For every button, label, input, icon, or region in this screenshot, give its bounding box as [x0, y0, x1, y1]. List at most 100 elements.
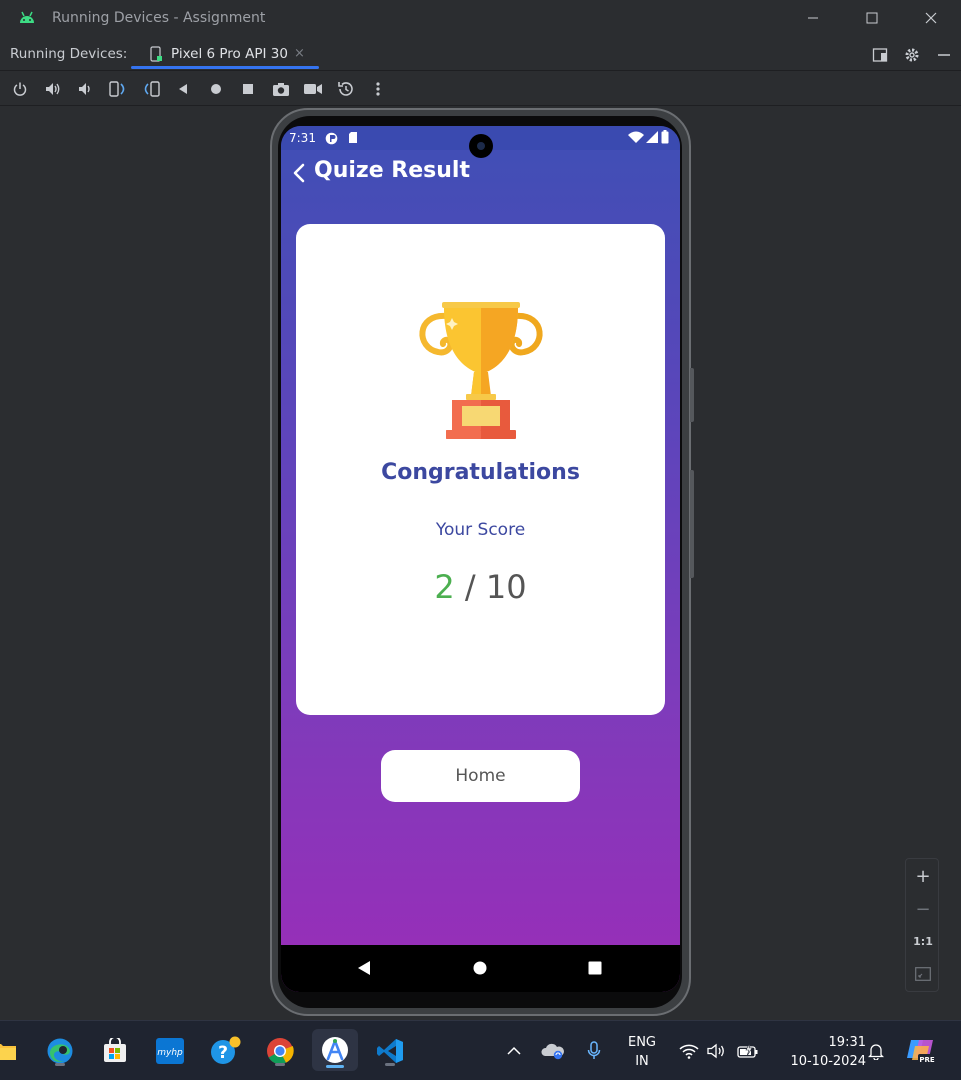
- hide-panel-button[interactable]: [933, 44, 955, 66]
- volume-up-icon: [46, 83, 60, 95]
- edge-taskbar-button[interactable]: [42, 1033, 78, 1069]
- snapshot-button[interactable]: [334, 78, 358, 100]
- minimize-button[interactable]: [798, 6, 828, 30]
- chrome-icon: [267, 1038, 294, 1065]
- microphone-icon: [587, 1041, 601, 1059]
- home-button[interactable]: [204, 78, 228, 100]
- phone-power-key[interactable]: [690, 368, 694, 422]
- overview-button[interactable]: [236, 78, 260, 100]
- volume-down-button[interactable]: [74, 78, 98, 100]
- tab-pixel-6-pro[interactable]: Pixel 6 Pro API 30 ×: [131, 37, 319, 71]
- active-indicator: [326, 1065, 344, 1068]
- home-button[interactable]: Home: [381, 750, 580, 802]
- volume-tray-button[interactable]: [705, 1039, 729, 1063]
- screenshot-button[interactable]: [269, 78, 293, 100]
- svg-text:?: ?: [218, 1043, 228, 1063]
- system-clock[interactable]: 19:31 10-10-2024: [770, 1033, 866, 1071]
- overview-icon: [243, 84, 253, 94]
- result-card: Congratulations Your Score 2 / 10: [296, 224, 665, 715]
- battery-charging-icon: [737, 1043, 758, 1058]
- battery-icon: [661, 130, 669, 144]
- running-indicator: [55, 1063, 65, 1066]
- page-title: Quize Result: [314, 158, 470, 183]
- nav-back-icon: [358, 961, 370, 975]
- nav-home-icon: [473, 961, 487, 975]
- android-studio-taskbar-button[interactable]: [312, 1029, 358, 1071]
- window-title: Running Devices - Assignment: [52, 10, 266, 26]
- more-options-button[interactable]: [366, 78, 390, 100]
- get-help-taskbar-button[interactable]: ?: [207, 1033, 243, 1069]
- fit-screen-button[interactable]: [906, 959, 940, 989]
- vscode-icon: [377, 1039, 403, 1063]
- back-arrow-icon[interactable]: [289, 162, 311, 184]
- cellular-signal-icon: [646, 131, 658, 143]
- rotate-right-icon: [144, 81, 160, 97]
- layout-toggle-button[interactable]: [869, 44, 891, 66]
- actual-size-button[interactable]: 1:1: [906, 926, 940, 956]
- minimize-icon: [808, 17, 818, 19]
- notification-app-icon: [325, 132, 338, 145]
- volume-up-button[interactable]: [41, 78, 65, 100]
- svg-text:myhp: myhp: [157, 1048, 183, 1058]
- close-window-button[interactable]: [916, 6, 946, 30]
- store-taskbar-button[interactable]: [97, 1033, 133, 1069]
- zoom-in-button[interactable]: +: [906, 861, 940, 891]
- volume-down-icon: [79, 83, 90, 95]
- file-explorer-taskbar-button[interactable]: [0, 1033, 22, 1069]
- minimize-panel-icon: [938, 54, 950, 56]
- show-hidden-icons-button[interactable]: [502, 1039, 526, 1063]
- edge-browser-icon: [47, 1038, 73, 1064]
- tab-active-indicator: [131, 66, 319, 69]
- battery-tray-button[interactable]: [736, 1039, 760, 1063]
- tab-close-button[interactable]: ×: [294, 46, 305, 61]
- onedrive-tray-button[interactable]: [541, 1039, 565, 1063]
- input-language-indicator[interactable]: ENG IN: [622, 1033, 662, 1071]
- nav-overview-icon: [588, 961, 602, 975]
- phone-volume-key[interactable]: [690, 470, 694, 578]
- running-devices-tabbar: Running Devices: Pixel 6 Pro API 30 ×: [0, 37, 961, 71]
- device-icon: [150, 46, 162, 62]
- zoom-controls: + − 1:1: [905, 858, 939, 992]
- score-value: 2: [434, 568, 455, 606]
- chrome-taskbar-button[interactable]: [262, 1033, 298, 1069]
- score-separator: /: [454, 568, 486, 606]
- myhp-icon: myhp: [156, 1038, 184, 1064]
- device-screen: 7:31 Quize Result Congratulations Your S…: [281, 126, 680, 992]
- windows-taskbar: myhp ? ENG IN 19:31 10-10-2024 PRE: [0, 1020, 961, 1080]
- nav-back-button[interactable]: [355, 959, 373, 977]
- status-time: 7:31: [289, 131, 316, 145]
- settings-button[interactable]: [901, 44, 923, 66]
- copilot-icon: PRE: [907, 1040, 936, 1064]
- wifi-icon: [679, 1044, 699, 1059]
- folder-icon: [0, 1044, 16, 1060]
- android-nav-bar: [281, 945, 680, 992]
- microphone-tray-button[interactable]: [582, 1039, 606, 1063]
- android-studio-icon: [322, 1037, 348, 1063]
- power-button[interactable]: [8, 78, 32, 100]
- congratulations-heading: Congratulations: [381, 460, 580, 485]
- maximize-button[interactable]: [857, 6, 887, 30]
- video-camera-icon: [304, 84, 322, 94]
- myhp-taskbar-button[interactable]: myhp: [152, 1033, 188, 1069]
- sd-card-icon: [349, 132, 357, 143]
- nav-overview-button[interactable]: [586, 959, 604, 977]
- screen-record-button[interactable]: [301, 78, 325, 100]
- rotate-left-button[interactable]: [106, 78, 130, 100]
- copilot-button[interactable]: PRE: [905, 1035, 937, 1067]
- nav-home-button[interactable]: [471, 959, 489, 977]
- emulator-toolbar: [0, 72, 961, 106]
- home-icon: [211, 84, 221, 94]
- network-tray-button[interactable]: [677, 1039, 701, 1063]
- region-code: IN: [635, 1054, 649, 1069]
- svg-text:PRE: PRE: [919, 1056, 935, 1064]
- help-icon: ?: [211, 1036, 241, 1064]
- chevron-up-icon: [507, 1046, 521, 1055]
- fit-screen-icon: [915, 967, 931, 981]
- clock-time: 19:31: [828, 1035, 866, 1050]
- notifications-button[interactable]: [864, 1039, 888, 1063]
- zoom-out-button[interactable]: −: [906, 894, 940, 924]
- rotate-right-button[interactable]: [139, 78, 163, 100]
- back-button[interactable]: [171, 78, 195, 100]
- vscode-taskbar-button[interactable]: [372, 1033, 408, 1069]
- running-indicator: [275, 1063, 285, 1066]
